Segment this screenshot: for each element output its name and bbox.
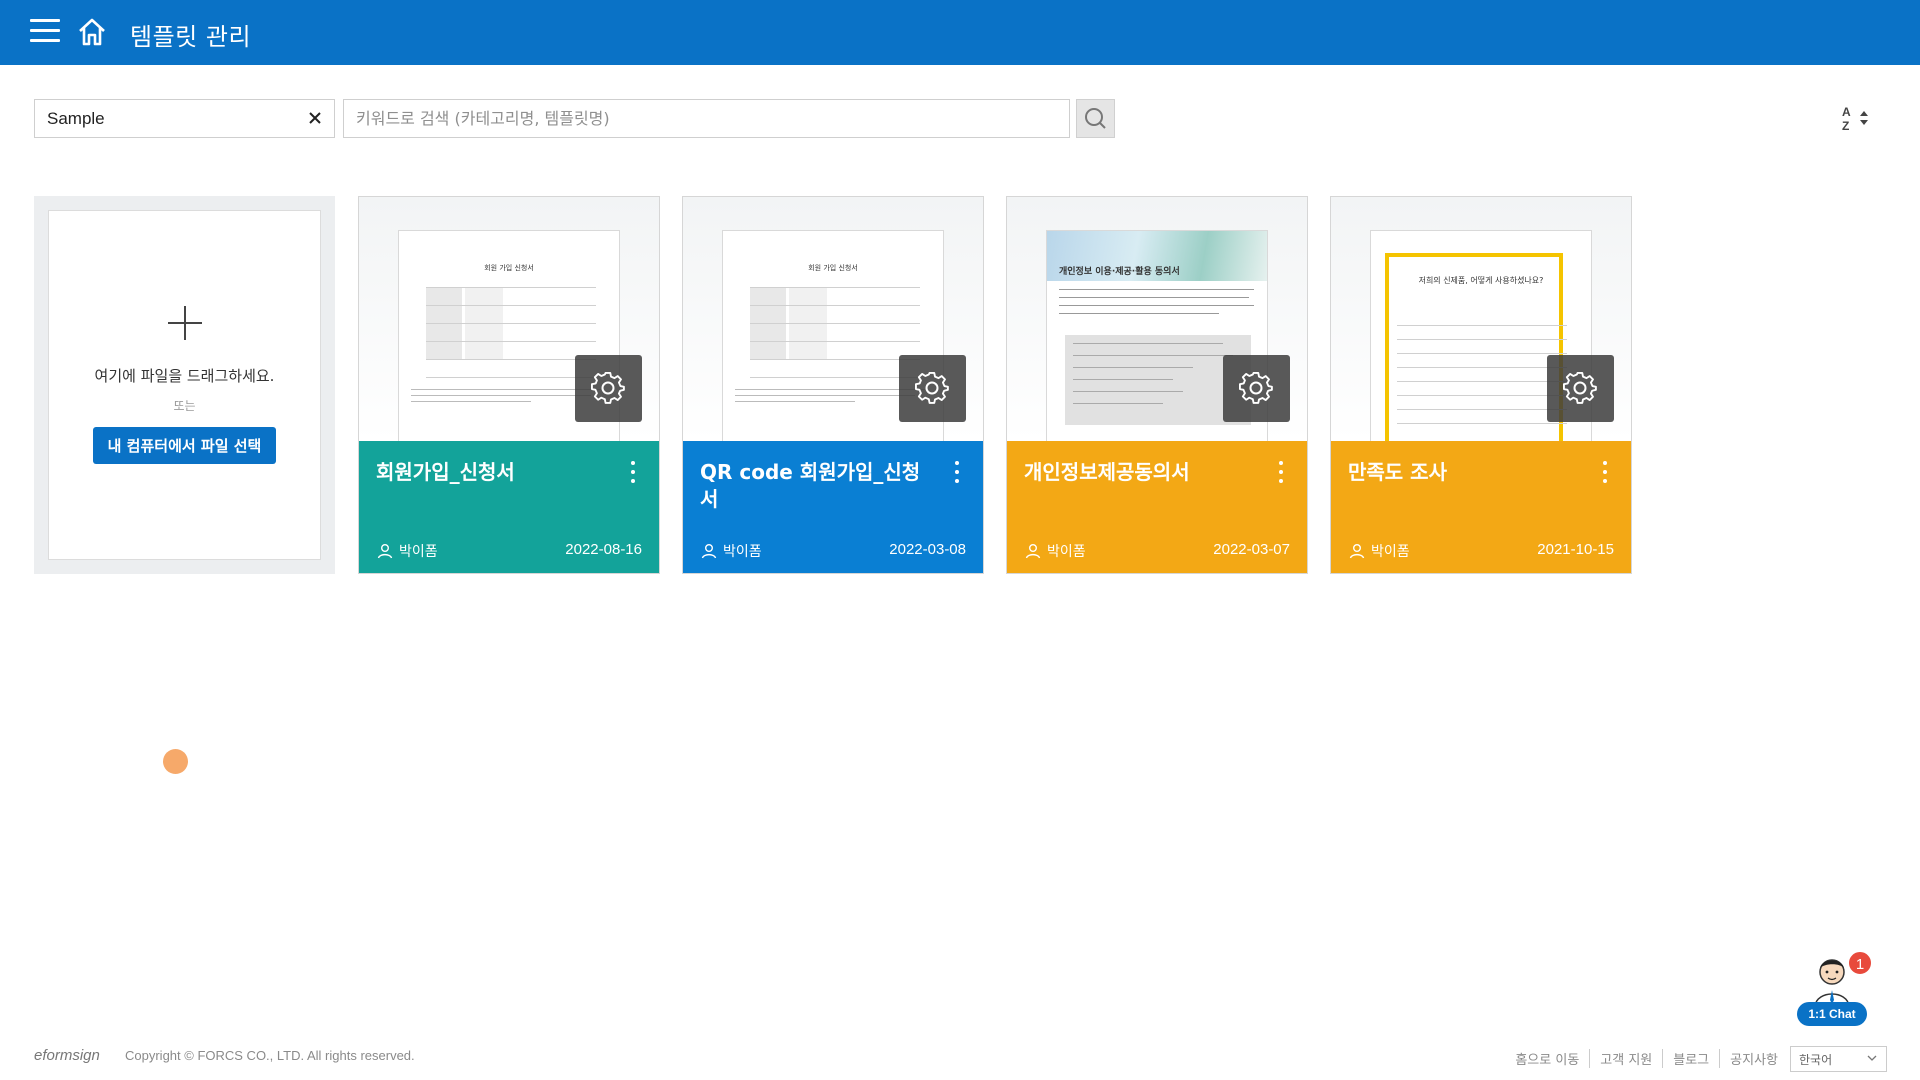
chat-button-label[interactable]: 1:1 Chat	[1797, 1002, 1867, 1026]
template-info: 개인정보제공동의서 박이폼 2022-03-07	[1007, 441, 1307, 573]
select-file-button[interactable]: 내 컴퓨터에서 파일 선택	[93, 427, 276, 464]
more-options-icon[interactable]	[1275, 461, 1287, 489]
template-name[interactable]: QR code 회원가입_신청서	[700, 459, 930, 513]
footer-link-blog[interactable]: 블로그	[1662, 1049, 1719, 1068]
more-options-icon[interactable]	[627, 461, 639, 489]
hamburger-menu-icon[interactable]	[30, 19, 60, 45]
template-name[interactable]: 만족도 조사	[1348, 459, 1578, 486]
footer-links: 홈으로 이동 고객 지원 블로그 공지사항	[1505, 1049, 1788, 1068]
gear-icon	[591, 371, 625, 404]
template-thumbnail: 회원 가입 신청서	[683, 197, 983, 441]
chevron-down-icon	[1867, 1055, 1877, 1061]
svg-text:Z: Z	[1842, 119, 1849, 133]
gear-icon	[1239, 371, 1273, 404]
category-filter-value: Sample	[47, 109, 105, 128]
search-button[interactable]	[1076, 99, 1115, 138]
footer-link-support[interactable]: 고객 지원	[1589, 1049, 1662, 1068]
template-card[interactable]: 회원 가입 신청서 QR code 회원가입_신청서 박이폼 2022-03-0…	[682, 196, 984, 574]
template-name[interactable]: 개인정보제공동의서	[1024, 459, 1254, 486]
or-text: 또는	[173, 399, 196, 413]
user-icon	[1025, 544, 1041, 559]
template-date: 2022-03-07	[1213, 541, 1290, 558]
chat-notification-badge: 1	[1847, 950, 1873, 976]
template-name[interactable]: 회원가입_신청서	[376, 459, 606, 486]
template-thumbnail: 저희의 신제품, 어떻게 사용하셨나요?	[1331, 197, 1631, 441]
user-icon	[1349, 544, 1365, 559]
template-settings-button[interactable]	[899, 355, 966, 422]
page-title: 템플릿 관리	[130, 23, 252, 51]
template-card[interactable]: 개인정보 이용·제공·활용 동의서 개인정보제공동의서 박이폼 2022-03-…	[1006, 196, 1308, 574]
more-options-icon[interactable]	[1599, 461, 1611, 489]
footer-logo: eformsign	[34, 1047, 100, 1064]
template-info: 만족도 조사 박이폼 2021-10-15	[1331, 441, 1631, 573]
user-icon	[701, 544, 717, 559]
template-date: 2022-08-16	[565, 541, 642, 558]
template-owner: 박이폼	[701, 541, 762, 561]
home-icon[interactable]	[76, 16, 108, 48]
template-owner: 박이폼	[1349, 541, 1410, 561]
upload-panel: 여기에 파일을 드래그하세요. 또는 내 컴퓨터에서 파일 선택	[48, 210, 321, 560]
sort-az-icon[interactable]: A Z	[1840, 102, 1874, 134]
cursor-indicator	[163, 749, 188, 774]
footer-link-home[interactable]: 홈으로 이동	[1505, 1049, 1589, 1068]
template-info: QR code 회원가입_신청서 박이폼 2022-03-08	[683, 441, 983, 573]
svg-text:A: A	[1842, 105, 1851, 119]
footer-link-notice[interactable]: 공지사항	[1719, 1049, 1788, 1068]
template-card[interactable]: 회원 가입 신청서 회원가입_신청서 박이폼 2022-08-16	[358, 196, 660, 574]
plus-icon	[166, 304, 204, 342]
language-select[interactable]: 한국어	[1790, 1046, 1887, 1072]
more-options-icon[interactable]	[951, 461, 963, 489]
gear-icon	[1563, 371, 1597, 404]
template-date: 2022-03-08	[889, 541, 966, 558]
drag-hint-text: 여기에 파일을 드래그하세요.	[94, 367, 275, 385]
template-owner: 박이폼	[377, 541, 438, 561]
user-icon	[377, 544, 393, 559]
template-settings-button[interactable]	[1547, 355, 1614, 422]
top-bar: 템플릿 관리	[0, 0, 1920, 65]
language-value: 한국어	[1799, 1053, 1833, 1067]
template-card[interactable]: 저희의 신제품, 어떻게 사용하셨나요? 만족도 조사 박이폼 2021-10-…	[1330, 196, 1632, 574]
template-thumbnail: 개인정보 이용·제공·활용 동의서	[1007, 197, 1307, 441]
upload-dropzone[interactable]: 여기에 파일을 드래그하세요. 또는 내 컴퓨터에서 파일 선택	[34, 196, 335, 574]
gear-icon	[915, 371, 949, 404]
category-filter[interactable]: Sample	[34, 99, 335, 138]
template-settings-button[interactable]	[575, 355, 642, 422]
template-owner: 박이폼	[1025, 541, 1086, 561]
template-settings-button[interactable]	[1223, 355, 1290, 422]
close-icon[interactable]	[304, 107, 326, 129]
search-icon	[1085, 108, 1106, 129]
search-input[interactable]	[343, 99, 1070, 138]
template-thumbnail: 회원 가입 신청서	[359, 197, 659, 441]
footer-copyright: Copyright © FORCS CO., LTD. All rights r…	[125, 1048, 415, 1063]
template-info: 회원가입_신청서 박이폼 2022-08-16	[359, 441, 659, 573]
chat-widget[interactable]: 1 1:1 Chat	[1795, 950, 1873, 1030]
template-date: 2021-10-15	[1537, 541, 1614, 558]
